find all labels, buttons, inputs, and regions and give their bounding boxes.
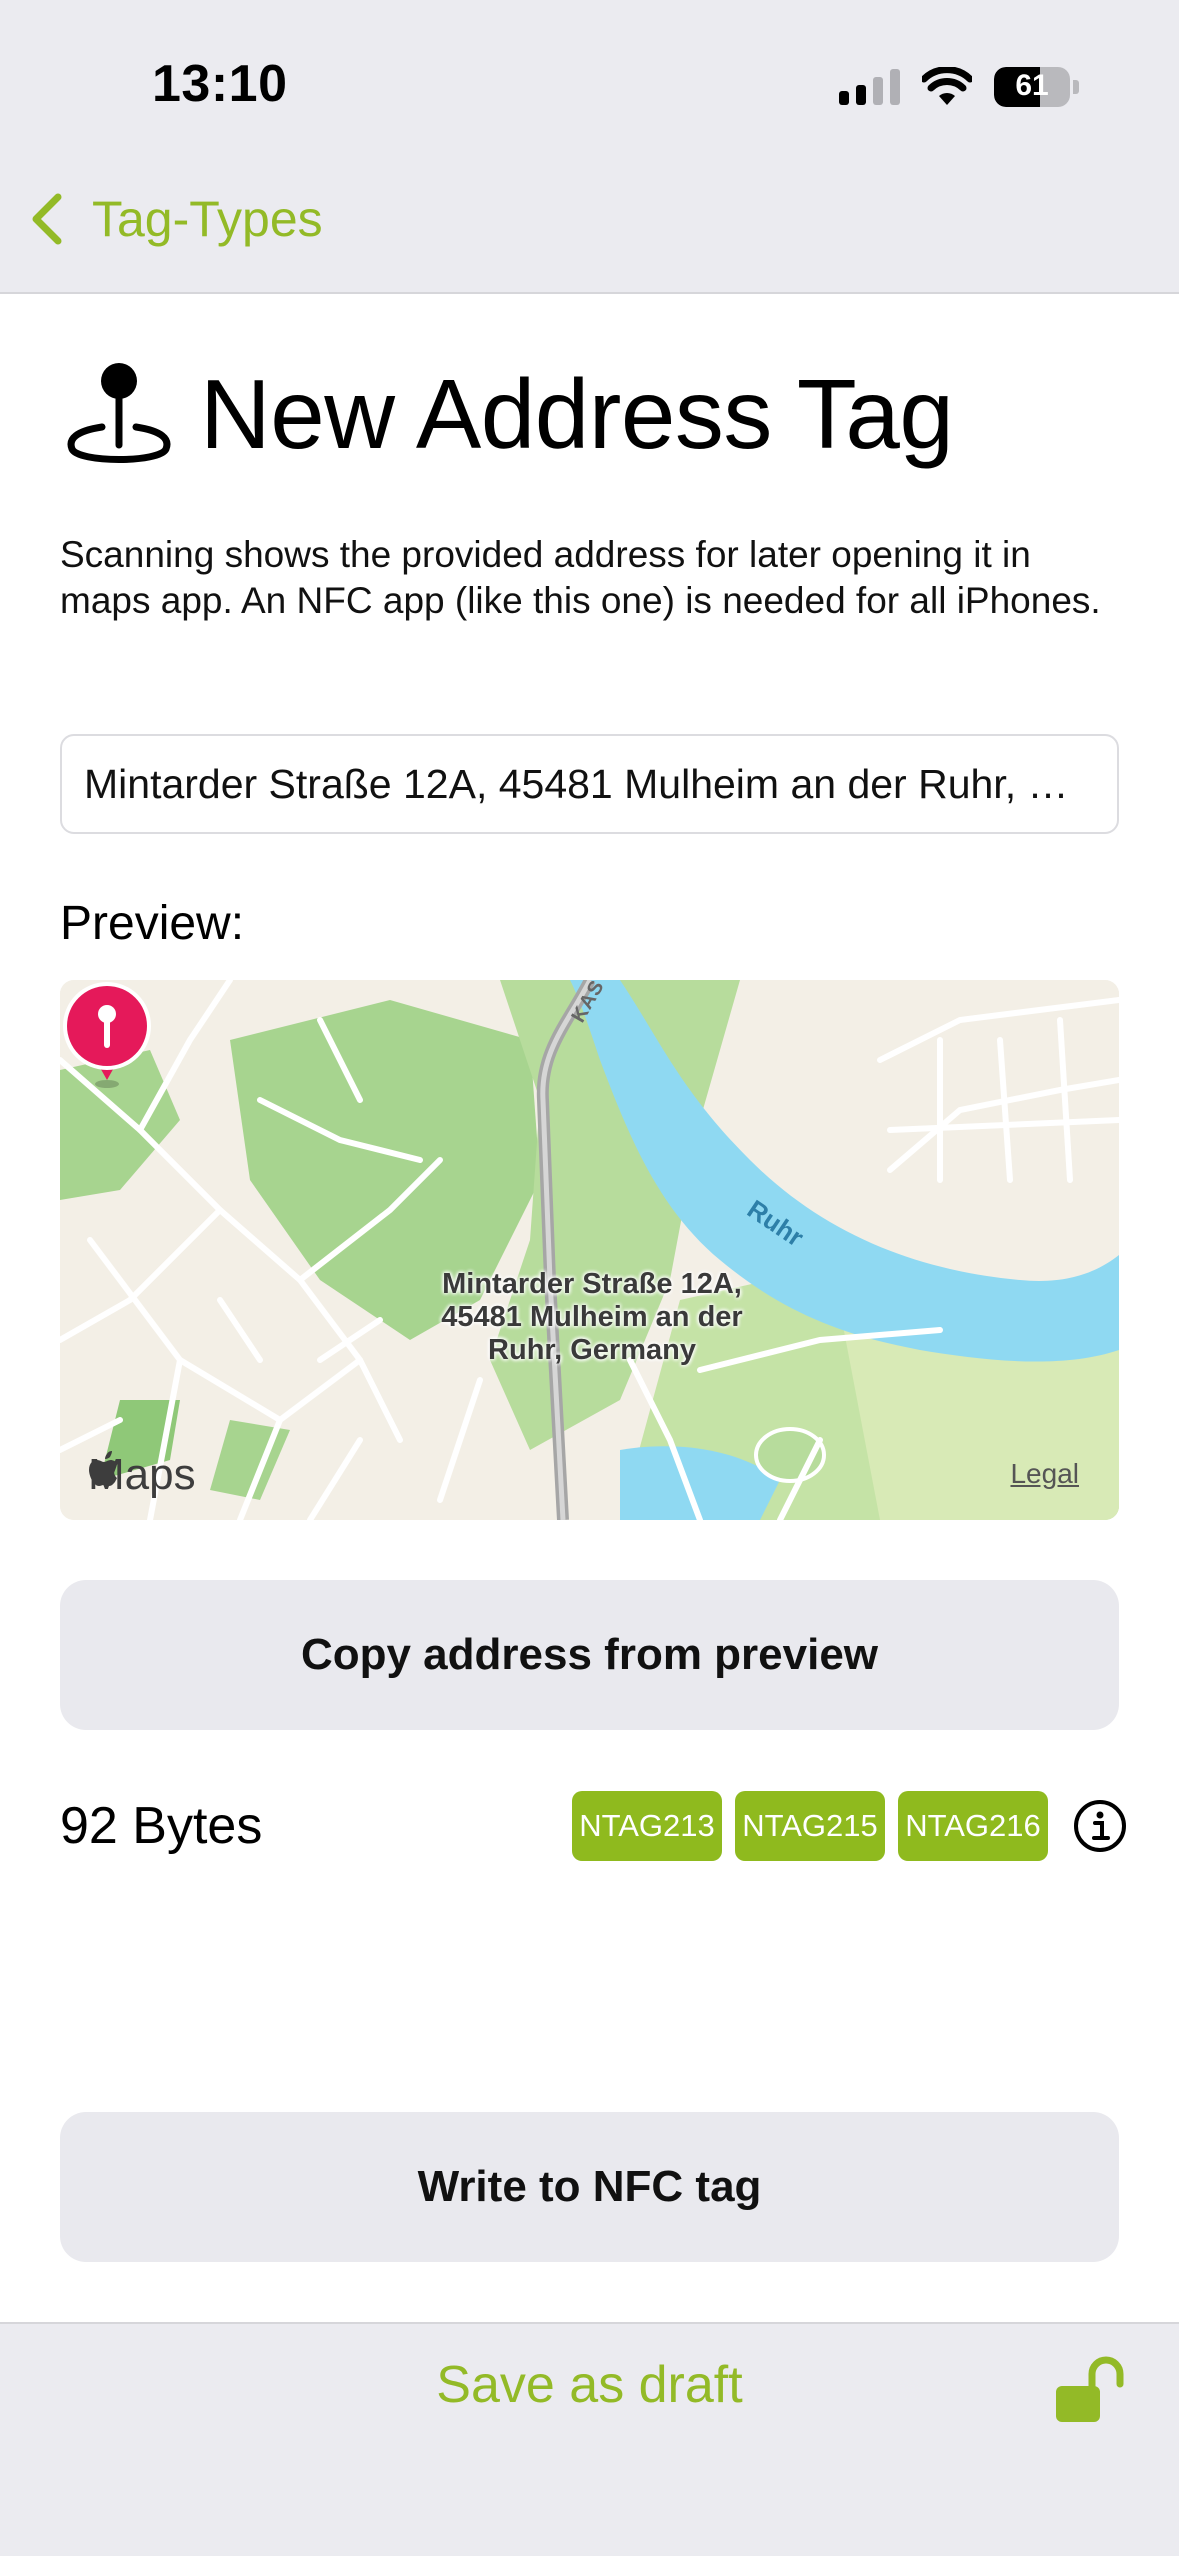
status-icons: 61 (839, 64, 1079, 110)
back-button-label: Tag-Types (92, 191, 323, 247)
apple-logo-icon (89, 1451, 118, 1486)
legal-link[interactable]: Legal (1010, 1458, 1079, 1490)
apple-maps-logo: Maps (88, 1450, 196, 1500)
battery-icon: 61 (994, 67, 1070, 107)
save-as-draft-button[interactable]: Save as draft (0, 2355, 1179, 2415)
address-input-value: Mintarder Straße 12A, 45481 Mulheim an d… (84, 760, 1095, 807)
chevron-left-icon (32, 193, 62, 245)
copy-address-button[interactable]: Copy address from preview (60, 1580, 1119, 1730)
status-time: 13:10 (152, 55, 288, 113)
battery-percentage: 61 (1015, 69, 1049, 102)
battery-cap (1073, 80, 1079, 94)
map-pin-label: Mintarder Straße 12A, 45481 Mulheim an d… (441, 1268, 743, 1366)
map-pin-marker[interactable] (60, 980, 154, 1090)
preview-label: Preview: (60, 897, 245, 950)
tag-chip-ntag213: NTAG213 (572, 1791, 722, 1861)
cellular-signal-icon (839, 69, 900, 105)
wifi-icon (922, 67, 972, 105)
info-icon[interactable] (1073, 1799, 1127, 1853)
map-preview[interactable]: KAS Ruhr Mintarder Straße 12A, 45481 Mul… (60, 980, 1119, 1520)
map-pin-icon (67, 362, 171, 463)
back-button[interactable]: Tag-Types (24, 190, 323, 248)
tag-chip-ntag215: NTAG215 (735, 1791, 885, 1861)
page-title: New Address Tag (200, 359, 954, 469)
compatible-tags: NTAG213 NTAG215 NTAG216 (572, 1791, 1127, 1861)
address-input[interactable]: Mintarder Straße 12A, 45481 Mulheim an d… (60, 734, 1119, 834)
byte-size-label: 92 Bytes (60, 1797, 263, 1855)
unlocked-padlock-icon[interactable] (1052, 2354, 1124, 2424)
page-header: New Address Tag (66, 358, 954, 471)
description-text: Scanning shows the provided address for … (60, 534, 1101, 621)
write-nfc-button[interactable]: Write to NFC tag (60, 2112, 1119, 2262)
navigation-bar: 13:10 61 Tag-Types (0, 0, 1179, 294)
map-background (60, 980, 1119, 1520)
tag-chip-ntag216: NTAG216 (898, 1791, 1048, 1861)
